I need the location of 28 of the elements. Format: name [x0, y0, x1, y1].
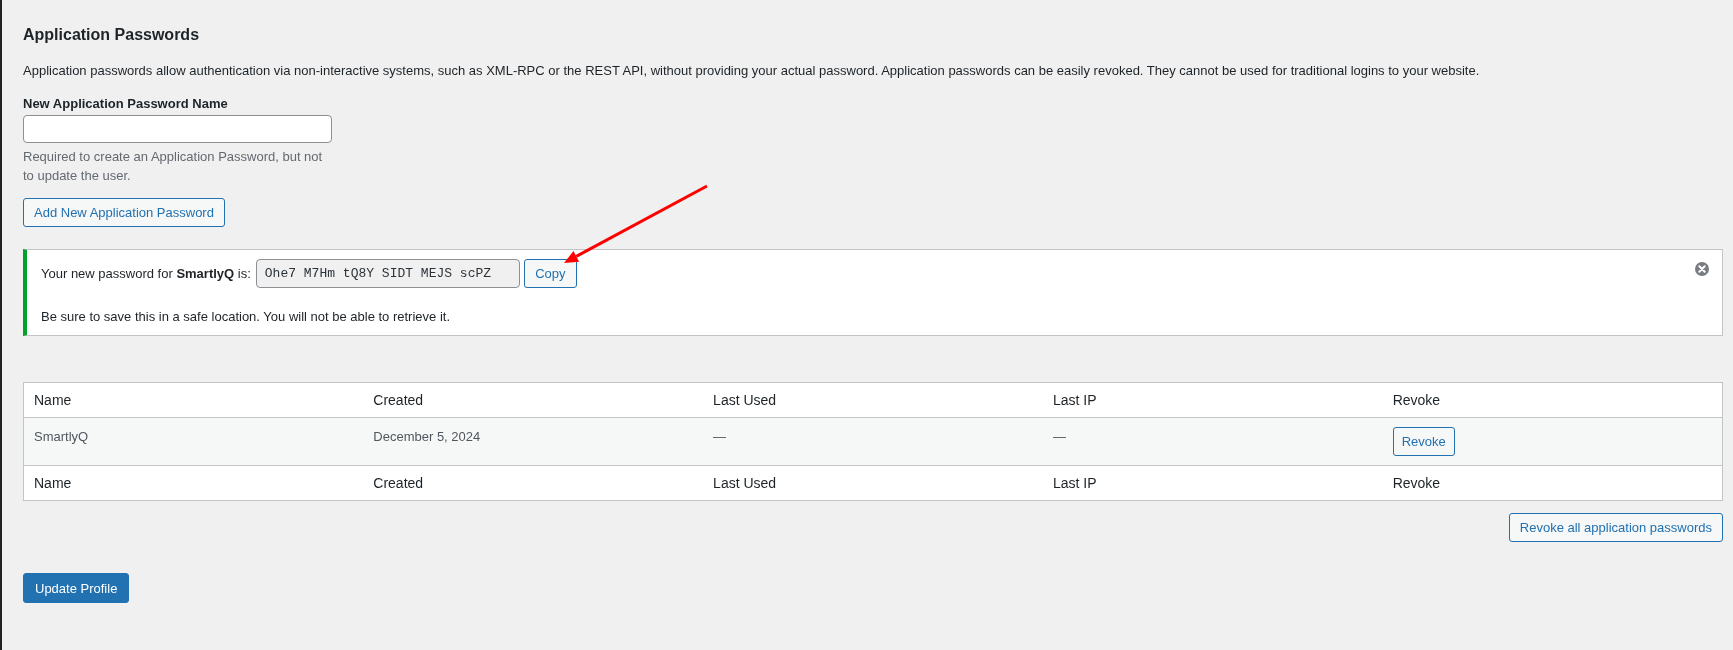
column-header: Revoke: [1382, 382, 1723, 418]
column-footer: Last Used: [703, 465, 1043, 501]
copy-button[interactable]: Copy: [523, 259, 577, 288]
password-field[interactable]: Ohe7 M7Hm tQ8Y SIDT MEJS scPZ: [255, 259, 520, 288]
column-header: Created: [363, 382, 704, 418]
table-cell: December 5, 2024: [373, 429, 481, 444]
notice-note: Be sure to save this in a safe location. You will not be able to retrieve it.: [41, 308, 452, 326]
section-title: Application Passwords: [23, 25, 200, 45]
notice-message: Your new password for SmartlyQ is:: [41, 265, 251, 283]
revoke-all-button[interactable]: Revoke all application passwords: [1508, 513, 1723, 542]
column-header: Last Used: [703, 382, 1043, 418]
table-cell: —: [1052, 429, 1066, 444]
field-label: New Application Password Name: [23, 95, 228, 113]
column-footer: Revoke: [1382, 465, 1723, 501]
column-footer: Last IP: [1042, 465, 1383, 501]
field-help-text: Required to create an Application Password, but not to update the user.: [23, 148, 324, 185]
table-cell: —: [713, 429, 727, 444]
add-password-button[interactable]: Add New Application Password: [23, 198, 225, 227]
column-header: Last IP: [1042, 382, 1383, 418]
column-footer: Name: [23, 465, 364, 501]
name-input-field[interactable]: [23, 115, 332, 143]
close-icon[interactable]: [1695, 262, 1709, 276]
column-footer: Created: [363, 465, 704, 501]
update-profile-button[interactable]: Update Profile: [23, 573, 130, 603]
column-header: Name: [23, 382, 364, 418]
section-description: Application passwords allow authentication via non-interactive systems, such as XML-RPC or the REST API, without providing your actual password. Application passwords can be easily revoked. They cannot be used for traditional logins to your website.: [23, 62, 1480, 80]
revoke-button[interactable]: Revoke: [1392, 427, 1455, 456]
table-cell: SmartlyQ: [34, 429, 89, 444]
